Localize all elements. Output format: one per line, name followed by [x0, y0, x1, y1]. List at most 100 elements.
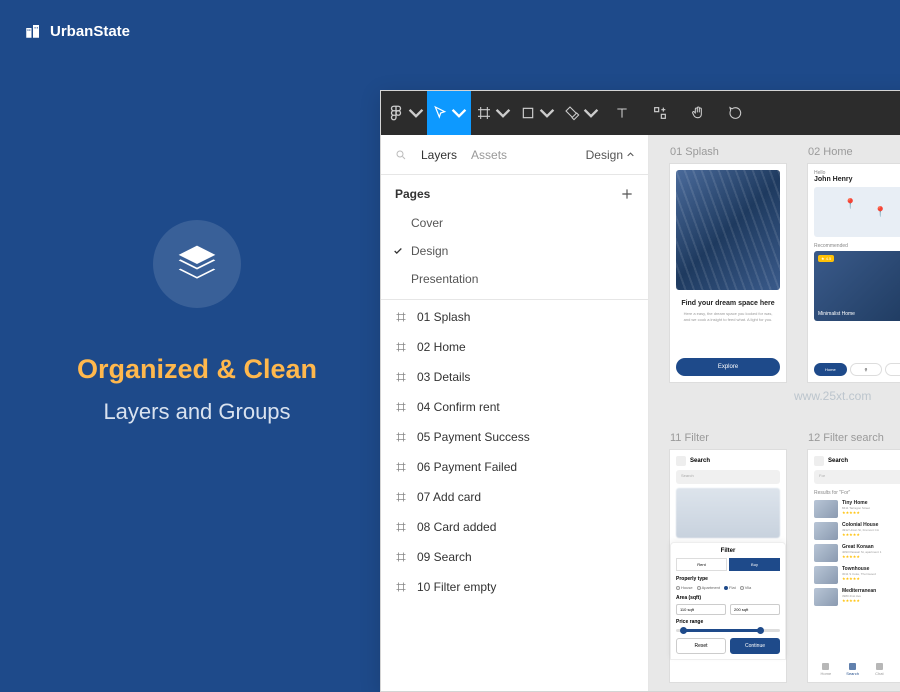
- frame-label: 02 Home: [417, 340, 466, 354]
- home-tab: ♡: [885, 363, 900, 376]
- sheet-title: Filter: [676, 548, 780, 554]
- filter-header: Search: [828, 458, 848, 464]
- frame-item[interactable]: 04 Confirm rent: [381, 392, 648, 422]
- page-item-design[interactable]: Design: [381, 237, 648, 265]
- result-stars: ★★★★★: [842, 510, 900, 515]
- result-thumb: [814, 544, 838, 562]
- divider: [381, 299, 648, 300]
- frame-tool[interactable]: [471, 91, 515, 135]
- home-bottom-nav: Home ⚲ ♡: [814, 363, 900, 376]
- frame-item[interactable]: 06 Payment Failed: [381, 452, 648, 482]
- promo-title: Organized & Clean: [52, 354, 342, 385]
- page-label: Design: [411, 244, 448, 258]
- comment-tool[interactable]: [717, 91, 755, 135]
- hand-icon: [690, 105, 706, 121]
- page-dropdown-label: Design: [586, 148, 623, 162]
- frame-icon: [395, 431, 407, 443]
- artboard-12-filter-search[interactable]: 12 Filter search Search For Results for …: [807, 449, 900, 683]
- result-item: Great Koraan4093 Passaic St, apartment 1…: [814, 544, 900, 562]
- frame-icon: [395, 341, 407, 353]
- frame-icon: [476, 105, 492, 121]
- artboard-label: 11 Filter: [670, 432, 709, 444]
- text-tool[interactable]: [603, 91, 641, 135]
- result-item: Colonial House4912 Union St, Fremont CA★…: [814, 522, 900, 540]
- resources-tool[interactable]: [641, 91, 679, 135]
- frame-item[interactable]: 09 Search: [381, 542, 648, 572]
- figma-menu-button[interactable]: [383, 91, 427, 135]
- price-label: Price range: [676, 619, 780, 625]
- tab-assets[interactable]: Assets: [471, 148, 507, 162]
- result-thumb: [814, 522, 838, 540]
- page-dropdown[interactable]: Design: [586, 148, 634, 162]
- add-page-icon[interactable]: [620, 187, 634, 201]
- back-icon: [676, 456, 686, 466]
- frame-icon: [395, 401, 407, 413]
- cursor-icon: [432, 105, 448, 121]
- artboard-01-splash[interactable]: 01 Splash Find your dream space here Her…: [669, 163, 787, 383]
- area-label: Area (sqft): [676, 595, 780, 601]
- frame-item[interactable]: 05 Payment Success: [381, 422, 648, 452]
- reset-button: Reset: [676, 638, 726, 654]
- figma-logo-icon: [387, 104, 405, 122]
- artboard-label: 12 Filter search: [808, 432, 884, 444]
- result-item: Mediterranean3980 21st Ave★★★★★: [814, 588, 900, 606]
- explore-button: Explore: [676, 358, 780, 376]
- result-thumb: [814, 566, 838, 584]
- frame-icon: [395, 551, 407, 563]
- frame-item[interactable]: 02 Home: [381, 332, 648, 362]
- figma-window: Layers Assets Design Pages Cover Design …: [380, 90, 900, 692]
- frame-icon: [395, 581, 407, 593]
- result-stars: ★★★★★: [842, 598, 900, 603]
- result-stars: ★★★★★: [842, 554, 900, 559]
- figma-toolbar: [381, 91, 900, 135]
- chevron-up-icon: [627, 151, 634, 158]
- page-item-cover[interactable]: Cover: [381, 209, 648, 237]
- frame-icon: [395, 521, 407, 533]
- chevron-down-icon: [451, 105, 467, 121]
- frame-item[interactable]: 01 Splash: [381, 302, 648, 332]
- frame-item[interactable]: 03 Details: [381, 362, 648, 392]
- figma-canvas[interactable]: 01 Splash Find your dream space here Her…: [649, 135, 900, 691]
- splash-headline: Find your dream space here: [676, 300, 780, 307]
- move-tool[interactable]: [427, 91, 471, 135]
- chevron-down-icon: [539, 105, 555, 121]
- filter-header: Search: [690, 458, 710, 464]
- shape-tool[interactable]: [515, 91, 559, 135]
- frame-icon: [395, 461, 407, 473]
- search-icon[interactable]: [395, 149, 407, 161]
- nav-profile: Profile: [894, 663, 900, 676]
- bottom-nav: Home Search Chat Profile: [814, 663, 900, 676]
- artboard-02-home[interactable]: 02 Home Hello John Henry Recommended ★ 4…: [807, 163, 900, 383]
- rectangle-icon: [520, 105, 536, 121]
- artboard-11-filter[interactable]: 11 Filter Search Search Filter Rent Buy: [669, 449, 787, 683]
- promo-block: Organized & Clean Layers and Groups: [52, 220, 342, 425]
- nav-search: Search: [841, 663, 865, 676]
- frame-label: 06 Payment Failed: [417, 460, 517, 474]
- frame-item[interactable]: 08 Card added: [381, 512, 648, 542]
- filter-background-blur: [676, 488, 780, 538]
- tab-layers[interactable]: Layers: [421, 148, 457, 162]
- area-from: 110 sqft: [676, 604, 726, 615]
- page-item-presentation[interactable]: Presentation: [381, 265, 648, 293]
- property-type-label: Properly type: [676, 576, 780, 582]
- layers-badge: [153, 220, 241, 308]
- pen-icon: [564, 105, 580, 121]
- artboard-label: 01 Splash: [670, 146, 719, 158]
- frame-item[interactable]: 10 Filter empty: [381, 572, 648, 602]
- hand-tool[interactable]: [679, 91, 717, 135]
- frame-label: 07 Add card: [417, 490, 481, 504]
- frame-label: 03 Details: [417, 370, 470, 384]
- home-map: [814, 187, 900, 237]
- comment-icon: [728, 105, 744, 121]
- frame-label: 05 Payment Success: [417, 430, 530, 444]
- tab-rent: Rent: [676, 558, 727, 571]
- rating-badge: ★ 4.5: [818, 255, 834, 262]
- result-stars: ★★★★★: [842, 532, 900, 537]
- frame-icon: [395, 371, 407, 383]
- frame-item[interactable]: 07 Add card: [381, 482, 648, 512]
- layers-icon: [175, 242, 219, 286]
- pen-tool[interactable]: [559, 91, 603, 135]
- resources-icon: [652, 105, 668, 121]
- chevron-down-icon: [408, 105, 424, 121]
- chevron-down-icon: [583, 105, 599, 121]
